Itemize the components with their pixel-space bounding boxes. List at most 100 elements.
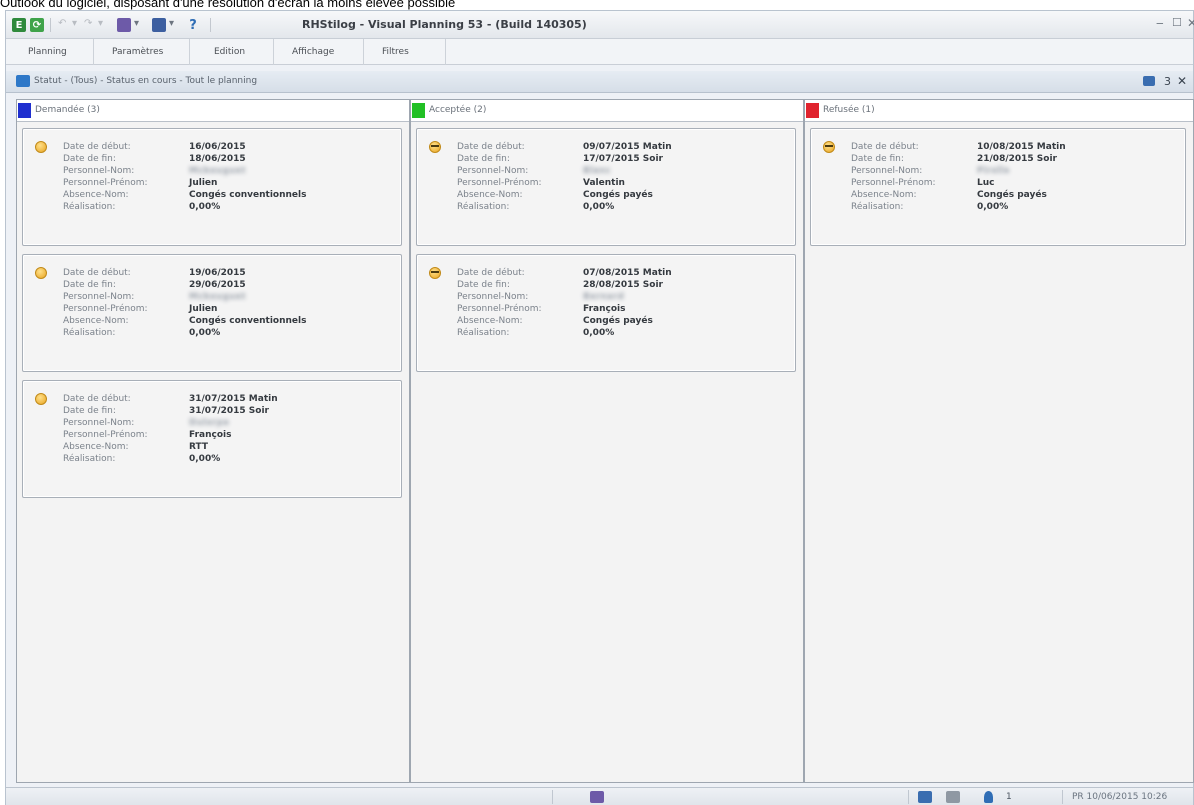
close-icon[interactable]: ✕ <box>1187 16 1194 30</box>
field-value: Julien <box>189 178 218 188</box>
status-color-swatch <box>412 103 425 118</box>
field-label: Date de début: <box>63 268 131 278</box>
field-label: Absence-Nom: <box>63 190 129 200</box>
absence-card[interactable]: Date de début: 09/07/2015 Matin Date de fi… <box>416 128 796 246</box>
field-label: Personnel-Prénom: <box>457 304 542 314</box>
field-label: Personnel-Nom: <box>457 292 529 302</box>
refresh-icon[interactable]: ⟳ <box>30 18 44 32</box>
dropdown-arrow-icon[interactable]: ▾ <box>98 18 103 29</box>
field-label: Personnel-Nom: <box>63 292 135 302</box>
field-label: Personnel-Prénom: <box>63 304 148 314</box>
field-value: 31/07/2015 Matin <box>189 394 278 404</box>
field-label: Absence-Nom: <box>63 316 129 326</box>
menu-item-affichage[interactable]: Affichage <box>278 39 364 65</box>
field-label: Réalisation: <box>457 328 510 338</box>
window-title: RHStilog - Visual Planning 53 - (Build 1… <box>302 18 587 31</box>
app-logo-icon[interactable]: E <box>12 18 26 32</box>
field-value: 18/06/2015 <box>189 154 246 164</box>
column-title: Refusée (1) <box>823 105 875 115</box>
absence-card[interactable]: Date de début: 10/08/2015 Matin Date de fi… <box>810 128 1186 246</box>
help-icon[interactable]: ? <box>186 18 200 33</box>
field-label: Absence-Nom: <box>63 442 129 452</box>
field-value: Valentin <box>583 178 625 188</box>
dropdown-arrow-icon[interactable]: ▾ <box>72 18 77 29</box>
dropdown-arrow-icon[interactable]: ▾ <box>169 18 174 29</box>
field-value: 16/06/2015 <box>189 142 246 152</box>
monitor-icon[interactable] <box>918 791 932 803</box>
field-label: Date de fin: <box>63 406 116 416</box>
menu-bar: Planning Paramètres Edition Affichage Fi… <box>6 39 1193 65</box>
field-label: Date de début: <box>63 394 131 404</box>
field-value: Julien <box>189 304 218 314</box>
absence-card[interactable]: Date de début: 07/08/2015 Matin Date de fi… <box>416 254 796 372</box>
status-datetime: PR 10/06/2015 10:26 <box>1072 792 1168 802</box>
column-header: Refusée (1) <box>805 100 1193 122</box>
field-label: Date de début: <box>457 268 525 278</box>
page-caption: Outlook du logiciel, disposant d'une rés… <box>0 0 1194 10</box>
field-label: Date de début: <box>851 142 919 152</box>
close-panel-icon[interactable]: ✕ <box>1177 74 1187 88</box>
field-label: Date de fin: <box>457 280 510 290</box>
field-label: Date de fin: <box>457 154 510 164</box>
info-bar: Statut - (Tous) - Status en cours - Tout… <box>6 71 1193 93</box>
filter-icon[interactable] <box>117 18 131 32</box>
field-value: 19/06/2015 <box>189 268 246 278</box>
field-label: Personnel-Nom: <box>63 166 135 176</box>
title-bar: E ⟳ ↶ ▾ ↷ ▾ ▾ ▾ ? RHStilog - Visual Plan… <box>6 11 1194 39</box>
filter-status-icon[interactable] <box>590 791 604 803</box>
column-demandee: Demandée (3) Date de début: 16/06/2015 Dat… <box>16 99 410 783</box>
maximize-icon[interactable]: ☐ <box>1172 16 1182 29</box>
absence-card[interactable]: Date de début: 31/07/2015 Matin Date de fi… <box>22 380 402 498</box>
pin-icon[interactable] <box>1143 76 1155 86</box>
field-value: François <box>189 430 232 440</box>
field-value: Mcbouguet <box>189 166 246 176</box>
field-value: Mcbouguet <box>189 292 246 302</box>
dropdown-arrow-icon[interactable]: ▾ <box>134 18 139 29</box>
field-label: Date de fin: <box>851 154 904 164</box>
status-smiley-icon <box>429 267 441 279</box>
undo-icon[interactable]: ↶ <box>58 18 66 29</box>
field-label: Personnel-Prénom: <box>63 178 148 188</box>
status-separator <box>552 790 553 804</box>
absence-card[interactable]: Date de début: 19/06/2015 Date de fin: 29/0… <box>22 254 402 372</box>
sync-icon[interactable] <box>946 791 960 803</box>
display-icon[interactable] <box>152 18 166 32</box>
field-label: Personnel-Prénom: <box>457 178 542 188</box>
field-label: Réalisation: <box>63 454 116 464</box>
field-value: Pirolle <box>977 166 1010 176</box>
field-value: Congés payés <box>583 190 653 200</box>
column-title: Acceptée (2) <box>429 105 487 115</box>
status-separator <box>1062 790 1063 804</box>
absence-card[interactable]: Date de début: 16/06/2015 Date de fin: 18/0… <box>22 128 402 246</box>
minimize-icon[interactable]: ‒ <box>1156 16 1164 30</box>
column-acceptee: Acceptée (2) Date de début: 09/07/2015 Ma… <box>410 99 804 783</box>
field-value: 0,00% <box>189 454 221 464</box>
menu-item-planning[interactable]: Planning <box>16 39 94 65</box>
field-label: Date de début: <box>457 142 525 152</box>
menu-item-edition[interactable]: Edition <box>194 39 274 65</box>
redo-icon[interactable]: ↷ <box>84 18 92 29</box>
status-separator <box>908 790 909 804</box>
menu-item-filtres[interactable]: Filtres <box>368 39 446 65</box>
field-label: Absence-Nom: <box>457 316 523 326</box>
field-value: Congés payés <box>977 190 1047 200</box>
info-bar-count: 3 <box>1164 75 1171 88</box>
column-header: Demandée (3) <box>17 100 409 122</box>
field-value: Congés conventionnels <box>189 190 307 200</box>
field-value: 09/07/2015 Matin <box>583 142 672 152</box>
status-smiley-icon <box>35 267 47 279</box>
info-bar-text: Statut - (Tous) - Status en cours - Tout… <box>34 76 258 86</box>
field-value: 21/08/2015 Soir <box>977 154 1057 164</box>
column-header: Acceptée (2) <box>411 100 803 122</box>
user-icon[interactable] <box>984 791 993 803</box>
field-value: 29/06/2015 <box>189 280 246 290</box>
status-smiley-icon <box>823 141 835 153</box>
field-label: Réalisation: <box>63 202 116 212</box>
field-label: Personnel-Nom: <box>63 418 135 428</box>
field-value: François <box>583 304 626 314</box>
menu-item-parametres[interactable]: Paramètres <box>98 39 190 65</box>
field-label: Réalisation: <box>457 202 510 212</box>
column-refusee: Refusée (1) Date de début: 10/08/2015 Mat… <box>804 99 1194 783</box>
field-label: Personnel-Prénom: <box>851 178 936 188</box>
status-color-swatch <box>18 103 31 118</box>
